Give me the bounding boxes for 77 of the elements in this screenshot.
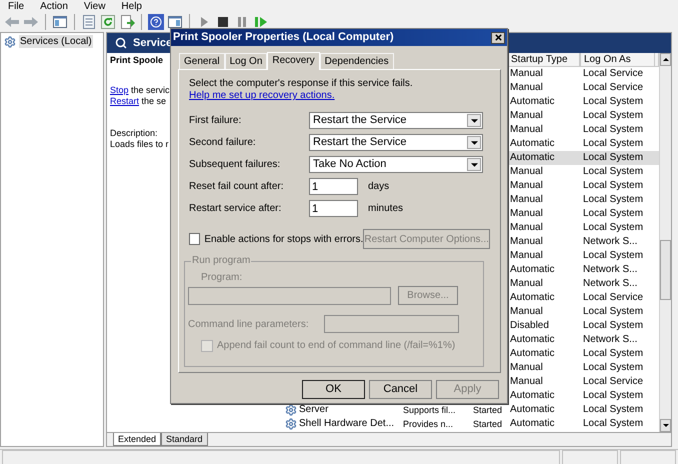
startup-type: Manual xyxy=(510,194,543,205)
service-title: Print Spoole xyxy=(110,55,164,66)
log-on-as: Local System xyxy=(583,96,644,107)
log-on-as: Network S... xyxy=(583,236,638,247)
startup-type: Manual xyxy=(510,110,543,121)
log-on-as: Local System xyxy=(583,222,644,233)
log-on-as: Network S... xyxy=(583,334,638,345)
startup-type: Disabled xyxy=(510,320,549,331)
failure-label: Second failure: xyxy=(189,136,257,150)
startup-type: Manual xyxy=(510,68,543,79)
counter-unit: days xyxy=(368,180,390,194)
startup-type: Manual xyxy=(510,362,543,373)
log-on-as: Local Service xyxy=(583,376,644,387)
log-on-as: Local System xyxy=(583,404,644,415)
log-on-as: Local System xyxy=(583,418,644,429)
startup-type: Manual xyxy=(510,124,543,135)
log-on-as: Local System xyxy=(583,390,644,401)
log-on-as: Local System xyxy=(583,306,644,317)
startup-type: Automatic xyxy=(510,292,554,303)
startup-type: Manual xyxy=(510,166,543,177)
action-text: Restart the se xyxy=(110,96,168,107)
startup-type: Automatic xyxy=(510,390,554,401)
counter-label: Restart service after: xyxy=(189,202,282,216)
service-description: Supports fil... xyxy=(403,404,456,414)
startup-type: Automatic xyxy=(510,138,554,149)
log-on-as: Local System xyxy=(583,362,644,373)
append-label: Append fail count to end of command line (/fail=%1%) xyxy=(217,339,456,353)
group-title: Run program xyxy=(191,255,252,267)
log-on-as: Local Service xyxy=(583,292,644,303)
service-status: Started xyxy=(473,418,502,428)
log-on-as: Local System xyxy=(583,208,644,219)
log-on-as: Local System xyxy=(583,110,644,121)
service-description: Provides n... xyxy=(403,418,454,428)
failure-label: First failure: xyxy=(189,114,242,128)
log-on-as: Local System xyxy=(583,166,644,177)
log-on-as: Local System xyxy=(583,124,644,135)
description-text: Loads files to r xyxy=(110,139,169,150)
startup-type: Manual xyxy=(510,236,543,247)
service-name: Server xyxy=(299,403,328,417)
startup-type: Manual xyxy=(510,82,543,93)
action-text: Stop the servic xyxy=(110,85,170,96)
startup-type: Automatic xyxy=(510,348,554,359)
failure-label: Subsequent failures: xyxy=(189,158,282,172)
log-on-as: Local Service xyxy=(583,68,644,79)
startup-type: Automatic xyxy=(510,334,554,345)
startup-type: Automatic xyxy=(510,96,554,107)
startup-type: Manual xyxy=(510,278,543,289)
service-status: Started xyxy=(473,404,502,414)
log-on-as: Local System xyxy=(583,320,644,331)
log-on-as: Local System xyxy=(583,250,644,261)
startup-type: Manual xyxy=(510,250,543,261)
log-on-as: Network S... xyxy=(583,278,638,289)
params-label: Command line parameters: xyxy=(188,318,310,332)
counter-unit: minutes xyxy=(368,202,404,216)
startup-type: Manual xyxy=(510,376,543,387)
startup-type: Manual xyxy=(510,222,543,233)
log-on-as: Local System xyxy=(583,194,644,205)
counter-label: Reset fail count after: xyxy=(189,180,284,194)
program-label: Program: xyxy=(201,272,244,284)
dialog-title: Print Spooler Properties (Local Computer) xyxy=(173,30,394,46)
startup-type: Manual xyxy=(510,306,543,317)
log-on-as: Local Service xyxy=(583,82,644,93)
startup-type: Manual xyxy=(510,208,543,219)
log-on-as: Local System xyxy=(583,138,644,149)
startup-type: Automatic xyxy=(510,152,554,163)
service-name: Shell Hardware Det... xyxy=(299,417,394,431)
intro-text: Select the computer's response if this service fails. Help me set up recovery actions. xyxy=(189,78,414,102)
startup-type: Automatic xyxy=(510,264,554,275)
startup-type: Automatic xyxy=(510,404,554,415)
log-on-as: Local System xyxy=(583,152,644,163)
log-on-as: Network S... xyxy=(583,264,638,275)
log-on-as: Local System xyxy=(583,180,644,191)
startup-type: Automatic xyxy=(510,418,554,429)
enable-actions-label: Enable actions for stops with errors. xyxy=(204,232,364,246)
startup-type: Manual xyxy=(510,180,543,191)
log-on-as: Local System xyxy=(583,348,644,359)
description-label: Description: xyxy=(110,128,158,139)
